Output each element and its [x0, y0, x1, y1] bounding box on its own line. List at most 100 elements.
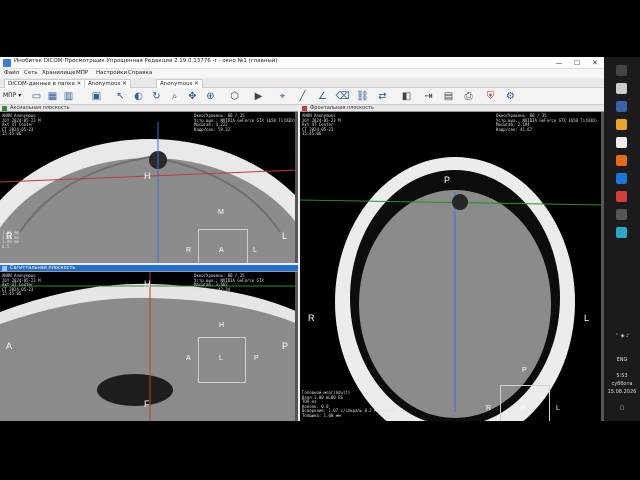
app-gray-icon[interactable]	[616, 209, 627, 220]
sagittal-roi-right: P	[254, 355, 259, 362]
clock-time[interactable]: 5:53	[604, 373, 640, 379]
menu-network[interactable]: Сеть	[24, 70, 38, 76]
sagittal-plane-color-icon	[2, 266, 7, 271]
tab-anonymous-1[interactable]: Anonymous ✕	[84, 79, 131, 88]
3d-cube-icon[interactable]: ⬡	[228, 90, 241, 103]
mpr-dropdown[interactable]: МПР ▾	[3, 92, 21, 99]
language-indicator[interactable]: ENG	[604, 357, 640, 363]
axial-plane-color-icon	[2, 106, 7, 111]
sync-icon[interactable]: ⇄	[376, 90, 389, 103]
window-title: Инобитек DICOM-Просмотрщик Упрощенная Ре…	[14, 58, 278, 64]
frontal-orient-right: L	[584, 313, 590, 323]
tray-icons[interactable]: ⌃ ◈ ♪	[604, 333, 640, 339]
angle-icon[interactable]: ∠	[316, 90, 329, 103]
print-icon[interactable]: ⎙	[462, 90, 475, 103]
menu-mpr[interactable]: МПР	[76, 70, 88, 76]
save-icon[interactable]: ▤	[442, 90, 455, 103]
notifications-icon[interactable]: ▢	[604, 405, 640, 411]
axial-render-info: Окно/Уровень: 80 / 35 Устр.вых.: NVIDIA …	[194, 113, 296, 132]
frontal-roi-left: R	[486, 405, 492, 412]
sagittal-roi-left: A	[186, 355, 191, 362]
sagittal-orient-bottom: F	[144, 399, 150, 409]
rotate-icon[interactable]: ↻	[150, 90, 163, 103]
maximize-button[interactable]: ☐	[568, 57, 586, 69]
axial-orient-left: R	[6, 231, 13, 241]
anonymize-icon[interactable]: ⛨	[484, 90, 497, 103]
screen: Инобитек DICOM-Просмотрщик Упрощенная Ре…	[0, 0, 640, 480]
invert-icon[interactable]: ◧	[400, 90, 413, 103]
app-red-icon[interactable]	[616, 191, 627, 202]
crosshair-icon[interactable]: ⊕	[204, 90, 217, 103]
frontal-title: Фронтальная плоскость	[310, 105, 374, 111]
vscode-icon[interactable]	[616, 173, 627, 184]
menu-file[interactable]: Файл	[4, 70, 19, 76]
frontal-roi-right: L	[556, 405, 560, 412]
frontal-viewport[interactable]: Фронтальная плоскость ANON Anonymous 26Y…	[300, 105, 604, 421]
layout-2x1-icon[interactable]: ▥	[62, 90, 75, 103]
frontal-roi-center: H	[520, 405, 526, 412]
explorer-icon[interactable]	[616, 119, 627, 130]
sagittal-viewport[interactable]: Сагиттальная плоскость ANON Anonymous 26…	[0, 265, 298, 421]
sagittal-header: Сагиттальная плоскость	[0, 265, 298, 272]
tab-dicom-folder[interactable]: DICOM-данные в папке ✕	[4, 79, 86, 88]
app-orange-icon[interactable]	[616, 155, 627, 166]
sagittal-render-info: Окно/Уровень: 80 / 35 Устр.вых.: NVIDIA …	[194, 273, 264, 292]
marker-icon[interactable]: ⌖	[276, 90, 289, 103]
close-button[interactable]: ✕	[586, 57, 604, 69]
cine-play-icon[interactable]: ▶	[252, 90, 265, 103]
frontal-protocol-info: Головной мозг(Adult) Взял 1.00 W=80 ES Т…	[302, 390, 396, 418]
clock-day: суббота	[611, 381, 633, 387]
task-view-icon[interactable]	[616, 101, 627, 112]
window-level-icon[interactable]: ◐	[132, 90, 145, 103]
pan-icon[interactable]: ✥	[186, 90, 199, 103]
app-window: Инобитек DICOM-Просмотрщик Упрощенная Ре…	[0, 57, 604, 421]
tab-anonymous-2[interactable]: Anonymous ✕	[156, 79, 203, 88]
zoom-icon[interactable]: ⌕	[168, 90, 181, 103]
search-icon[interactable]	[616, 83, 627, 94]
sagittal-orient-top: H	[144, 279, 151, 289]
frontal-plane-color-icon	[302, 106, 307, 111]
axial-roi-box[interactable]	[198, 229, 248, 263]
menu-help[interactable]: Справка	[128, 70, 152, 76]
axial-image	[0, 122, 298, 263]
measure-line-icon[interactable]: ╱	[296, 90, 309, 103]
layout-1x1-icon[interactable]: ▭	[30, 90, 43, 103]
axial-viewport[interactable]: Аксиальная плоскость ANON Anonymous 26Y …	[0, 105, 298, 263]
app-logo-icon	[3, 59, 11, 67]
sagittal-orient-right: P	[282, 341, 289, 351]
sagittal-scrollbar[interactable]	[295, 272, 298, 421]
axial-header: Аксиальная плоскость	[0, 105, 298, 112]
frontal-roi-box[interactable]	[500, 385, 550, 421]
frontal-sinus	[452, 194, 468, 210]
title-bar: Инобитек DICOM-Просмотрщик Упрощенная Ре…	[0, 57, 604, 69]
axial-orient-right: L	[282, 231, 288, 241]
layout-icon[interactable]: ▣	[90, 90, 103, 103]
frontal-orient-left: R	[308, 313, 315, 323]
frontal-roi-top: P	[522, 367, 527, 374]
pointer-icon[interactable]: ↖	[114, 90, 127, 103]
settings-gear-icon[interactable]: ⚙	[504, 90, 517, 103]
chrome-icon[interactable]	[616, 137, 627, 148]
axial-roi-center: A	[219, 247, 224, 254]
sagittal-roi-top: H	[219, 322, 225, 329]
menu-bar: Файл Сеть Хранилище МПР Настройки Справк…	[0, 69, 604, 78]
axial-orient-top: H	[144, 171, 151, 181]
start-icon[interactable]	[616, 65, 627, 76]
export-icon[interactable]: ⇥	[422, 90, 435, 103]
clock-date: 15.08.2026	[607, 389, 637, 395]
minimize-button[interactable]: —	[550, 57, 568, 69]
frontal-orient-top: P	[444, 175, 451, 185]
sagittal-patient-info: ANON Anonymous 26Y 2024-05-23 M Axt 4T C…	[2, 273, 41, 297]
axial-patient-info: ANON Anonymous 26Y 2024-05-23 M Axt 4T C…	[2, 113, 41, 137]
tab-bar: DICOM-данные в папке ✕ Anonymous ✕ Anony…	[0, 78, 604, 88]
menu-storage[interactable]: Хранилище	[42, 70, 75, 76]
frontal-header: Фронтальная плоскость	[300, 105, 604, 112]
menu-settings[interactable]: Настройки	[96, 70, 127, 76]
eraser-icon[interactable]: ⌫	[335, 90, 349, 103]
sagittal-orient-left: A	[6, 341, 13, 351]
axial-orient-m: M	[218, 209, 224, 216]
dicom-viewer-icon[interactable]	[616, 227, 627, 238]
link-icon[interactable]: ⛓	[356, 90, 369, 103]
axial-scrollbar[interactable]	[295, 112, 298, 263]
layout-grid-icon[interactable]: ▦	[46, 90, 59, 103]
